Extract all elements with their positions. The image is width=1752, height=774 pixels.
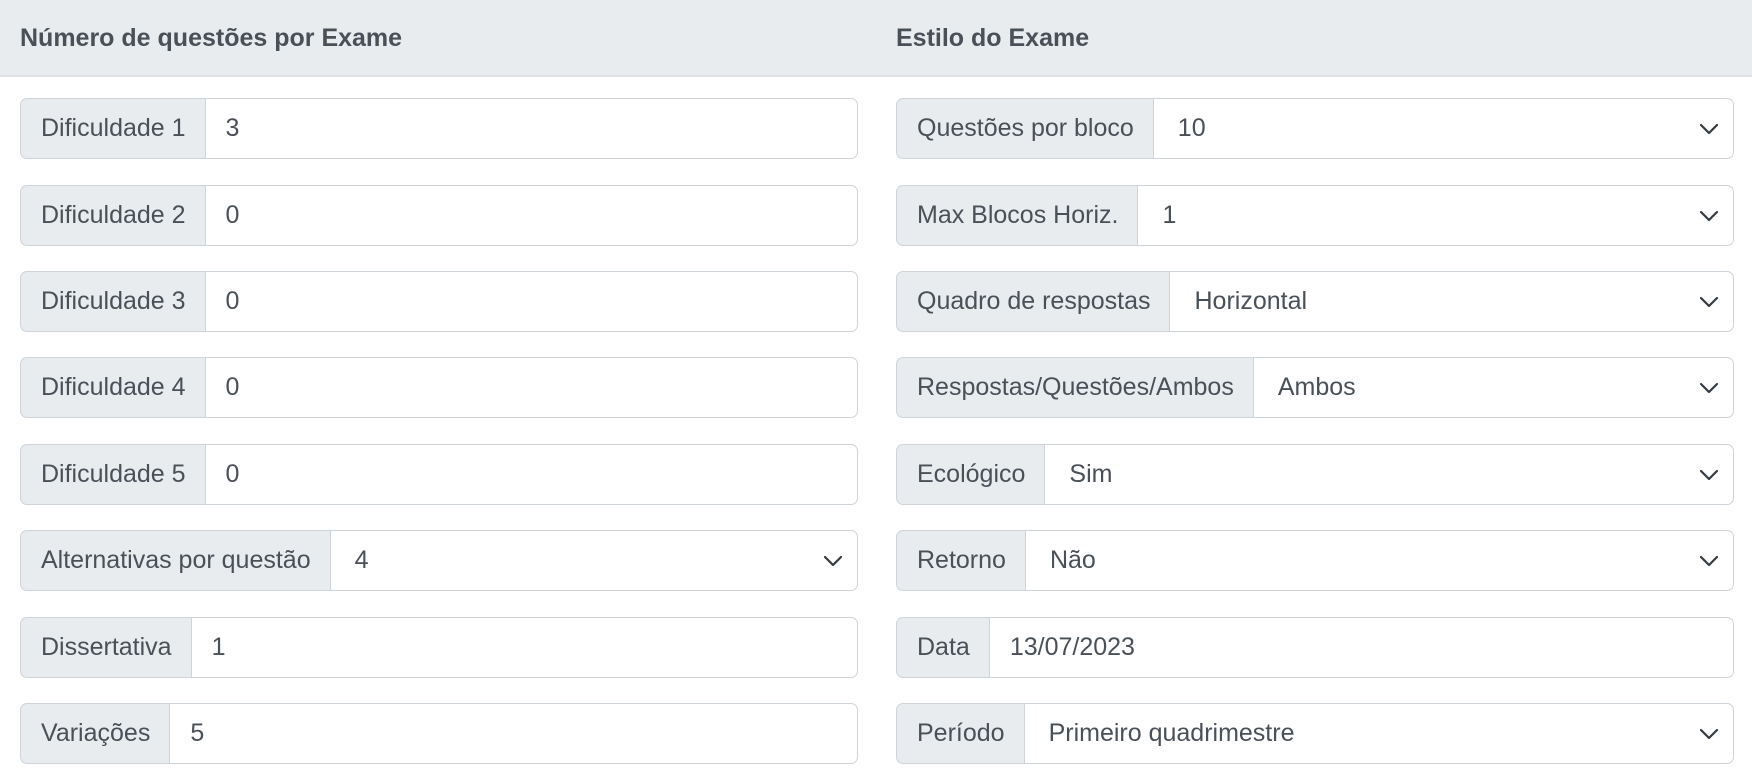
date-group: Data 13/07/2023 [896, 617, 1734, 678]
return-label: Retorno [896, 530, 1025, 591]
questions-per-block-group: Questões por bloco 10 [896, 98, 1734, 159]
max-blocks-horiz-label: Max Blocos Horiz. [896, 185, 1138, 246]
exam-style-title: Estilo do Exame [896, 24, 1090, 52]
section-header: Número de questões por Exame Estilo do E… [0, 0, 1752, 77]
date-label: Data [896, 617, 989, 678]
max-blocks-horiz-value: 1 [1162, 201, 1177, 229]
chevron-down-icon [1699, 382, 1719, 393]
dissertative-label: Dissertativa [20, 617, 191, 678]
questions-per-block-value: 10 [1177, 114, 1206, 142]
questions-per-block-select[interactable]: 10 [1152, 98, 1734, 159]
difficulty-1-label: Dificuldade 1 [20, 98, 205, 159]
difficulty-1-input[interactable]: 3 [204, 98, 858, 159]
difficulty-2-label: Dificuldade 2 [20, 185, 205, 246]
difficulty-3-label: Dificuldade 3 [20, 271, 205, 332]
difficulty-5-label: Dificuldade 5 [20, 444, 205, 505]
period-label: Período [896, 703, 1024, 764]
period-group: Período Primeiro quadrimestre [896, 703, 1734, 764]
variations-label: Variações [20, 703, 170, 764]
answers-questions-both-label: Respostas/Questões/Ambos [896, 357, 1253, 418]
ecological-select[interactable]: Sim [1044, 444, 1734, 505]
difficulty-5-group: Dificuldade 5 0 [20, 444, 858, 505]
period-value: Primeiro quadrimestre [1048, 719, 1295, 747]
variations-group: Variações 5 [20, 703, 858, 764]
answer-grid-group: Quadro de respostas Horizontal [896, 271, 1734, 332]
return-group: Retorno Não [896, 530, 1734, 591]
difficulty-3-input[interactable]: 0 [204, 271, 858, 332]
answers-questions-both-group: Respostas/Questões/Ambos Ambos [896, 357, 1734, 418]
answer-grid-select[interactable]: Horizontal [1169, 271, 1734, 332]
dissertative-group: Dissertativa 1 [20, 617, 858, 678]
ecological-value: Sim [1069, 460, 1113, 488]
chevron-down-icon [1699, 555, 1719, 566]
dissertative-input[interactable]: 1 [190, 617, 858, 678]
alternatives-select[interactable]: 4 [329, 530, 858, 591]
chevron-down-icon [823, 555, 843, 566]
answers-questions-both-select[interactable]: Ambos [1252, 357, 1734, 418]
alternatives-value: 4 [354, 546, 369, 574]
chevron-down-icon [1699, 123, 1719, 134]
period-select[interactable]: Primeiro quadrimestre [1023, 703, 1734, 764]
alternatives-label: Alternativas por questão [20, 530, 330, 591]
chevron-down-icon [1699, 210, 1719, 221]
chevron-down-icon [1699, 296, 1719, 307]
alternatives-group: Alternativas por questão 4 [20, 530, 858, 591]
answer-grid-value: Horizontal [1194, 287, 1308, 315]
chevron-down-icon [1699, 728, 1719, 739]
answer-grid-label: Quadro de respostas [896, 271, 1170, 332]
max-blocks-horiz-group: Max Blocos Horiz. 1 [896, 185, 1734, 246]
difficulty-4-label: Dificuldade 4 [20, 357, 205, 418]
difficulty-4-group: Dificuldade 4 0 [20, 357, 858, 418]
ecological-group: Ecológico Sim [896, 444, 1734, 505]
number-of-questions-title: Número de questões por Exame [20, 24, 403, 52]
date-input[interactable]: 13/07/2023 [988, 617, 1734, 678]
questions-per-block-label: Questões por bloco [896, 98, 1153, 159]
return-select[interactable]: Não [1024, 530, 1734, 591]
ecological-label: Ecológico [896, 444, 1045, 505]
difficulty-2-input[interactable]: 0 [204, 185, 858, 246]
return-value: Não [1049, 546, 1096, 574]
difficulty-2-group: Dificuldade 2 0 [20, 185, 858, 246]
difficulty-1-group: Dificuldade 1 3 [20, 98, 858, 159]
answers-questions-both-value: Ambos [1277, 373, 1356, 401]
chevron-down-icon [1699, 469, 1719, 480]
variations-input[interactable]: 5 [169, 703, 858, 764]
max-blocks-horiz-select[interactable]: 1 [1137, 185, 1734, 246]
difficulty-5-input[interactable]: 0 [204, 444, 858, 505]
difficulty-3-group: Dificuldade 3 0 [20, 271, 858, 332]
difficulty-4-input[interactable]: 0 [204, 357, 858, 418]
